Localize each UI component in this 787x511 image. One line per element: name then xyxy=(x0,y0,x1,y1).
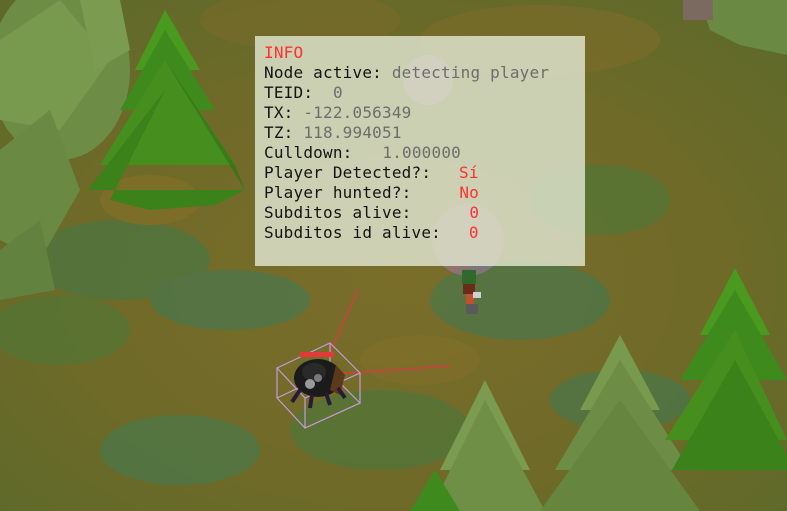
info-panel: INFO Node active: detecting player TEID:… xyxy=(255,36,585,266)
player-detected-value: Sí xyxy=(459,163,479,182)
tz-label: TZ: xyxy=(264,123,294,142)
player-hunted-label: Player hunted?: xyxy=(264,183,412,202)
culldown-value: 1.000000 xyxy=(382,143,462,162)
tx-value: -122.056349 xyxy=(303,103,412,122)
subditos-id-alive-row: Subditos id alive: 0 xyxy=(264,223,585,243)
teid-label: TEID: xyxy=(264,83,314,102)
node-active-label: Node active: xyxy=(264,63,382,82)
subditos-alive-row: Subditos alive: 0 xyxy=(264,203,585,223)
node-active-value: detecting player xyxy=(391,63,550,82)
player-hunted-row: Player hunted?: No xyxy=(264,183,585,203)
teid-value: 0 xyxy=(333,83,343,102)
player-hunted-value: No xyxy=(459,183,480,202)
player-detected-row: Player Detected?: Sí xyxy=(264,163,585,183)
teid-row: TEID: 0 xyxy=(264,83,585,103)
subditos-id-alive-value: 0 xyxy=(468,223,479,242)
info-panel-title: INFO xyxy=(264,43,304,62)
tz-value: 118.994051 xyxy=(303,123,402,142)
subditos-id-alive-label: Subditos id alive: xyxy=(264,223,441,242)
tz-row: TZ: 118.994051 xyxy=(264,123,585,143)
player-detected-label: Player Detected?: xyxy=(264,163,432,182)
culldown-label: Culldown: xyxy=(264,143,353,162)
subditos-alive-value: 0 xyxy=(469,203,480,222)
culldown-row: Culldown: 1.000000 xyxy=(264,143,585,163)
tx-row: TX: -122.056349 xyxy=(264,103,585,123)
tx-label: TX: xyxy=(264,103,294,122)
node-active-row: Node active: detecting player xyxy=(264,63,585,83)
subditos-alive-label: Subditos alive: xyxy=(264,203,412,222)
